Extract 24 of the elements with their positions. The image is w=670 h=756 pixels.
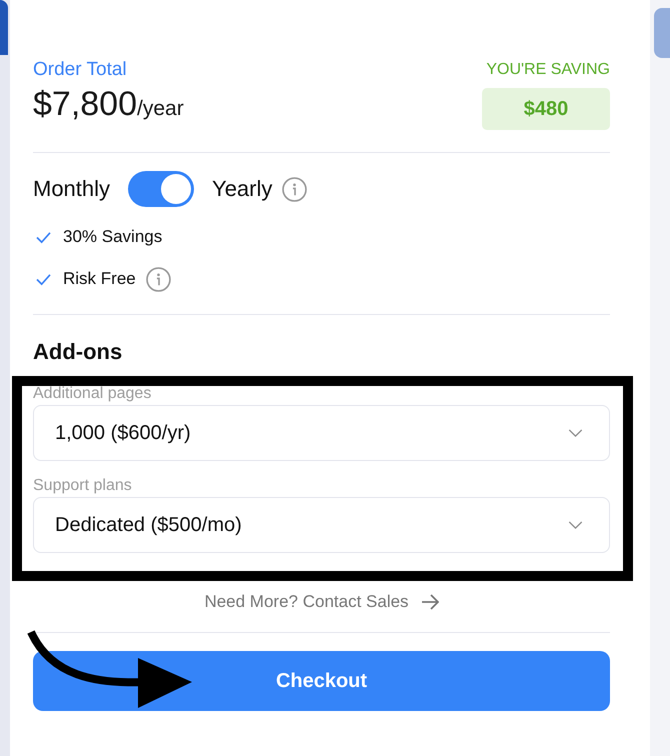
benefit-text: Risk Free	[63, 269, 136, 289]
dropdown-field[interactable]: Dedicated ($500/mo)	[33, 497, 610, 553]
benefit-text: 30% Savings	[63, 227, 162, 247]
savings-badge: $480	[482, 88, 610, 130]
dropdown-field[interactable]: 1,000 ($600/yr)	[33, 405, 610, 461]
price-amount: $7,800	[33, 85, 137, 123]
billing-toggle[interactable]	[128, 171, 194, 207]
price-period: /year	[137, 97, 184, 120]
billing-option-label: Yearly	[212, 176, 272, 202]
check-icon	[36, 272, 51, 286]
field-label: Support plans	[33, 476, 133, 496]
info-icon[interactable]	[282, 176, 308, 202]
arrow-right-icon[interactable]	[420, 593, 439, 611]
info-icon[interactable]	[146, 266, 171, 292]
chevron-down-icon	[568, 521, 583, 529]
savings-label: YOU'RE SAVING	[486, 60, 610, 80]
checkout-button[interactable]: Checkout	[33, 651, 610, 711]
check-icon	[36, 230, 51, 244]
section-heading: Add-ons	[33, 339, 124, 365]
contact-sales-link[interactable]: Need More? Contact Sales	[204, 592, 409, 612]
order-total-label: Order Total	[33, 58, 128, 82]
field-label: Additional pages	[33, 384, 152, 404]
billing-option-label: Monthly	[33, 176, 110, 202]
chevron-down-icon	[568, 429, 583, 437]
